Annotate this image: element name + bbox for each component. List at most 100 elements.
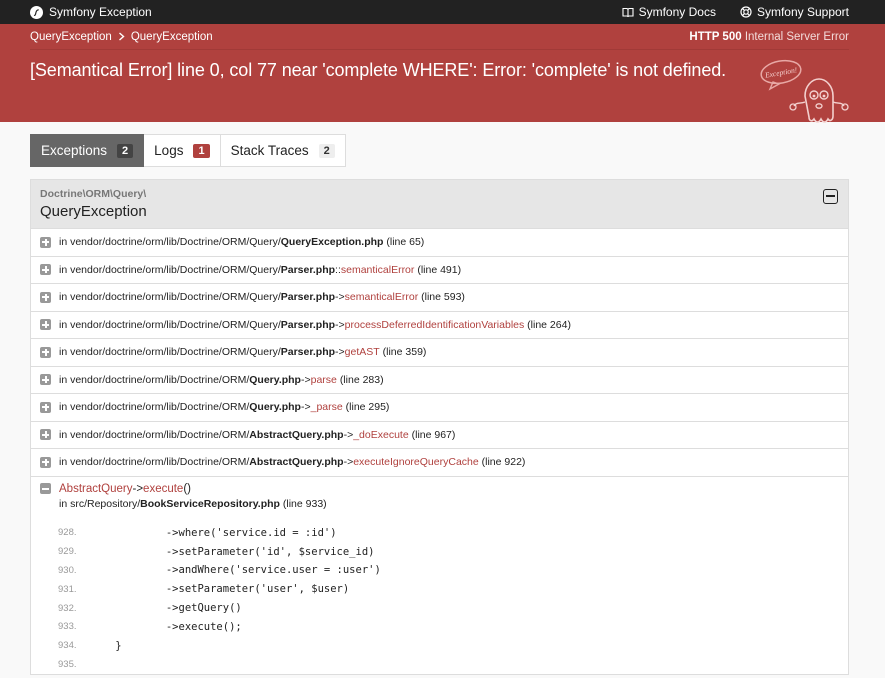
ghost-mascot-icon: Exception!	[760, 59, 849, 123]
trace-function: semanticalError	[340, 263, 415, 276]
symfony-docs-link[interactable]: Symfony Docs	[622, 5, 716, 19]
breadcrumb: QueryException QueryException	[30, 31, 213, 43]
code-text: ->setParameter('user', $user)	[90, 583, 350, 596]
expand-icon[interactable]	[40, 319, 51, 331]
exception-namespace: Doctrine\ORM\Query\	[40, 188, 147, 200]
trace-file-dir: in vendor/doctrine/orm/lib/Doctrine/ORM/	[59, 373, 250, 386]
trace-line: (line 283)	[339, 373, 384, 386]
trace-file-name: Query.php	[249, 373, 301, 386]
tab-label: Logs	[154, 143, 184, 158]
tab-label: Exceptions	[41, 143, 108, 158]
exception-panel: Doctrine\ORM\Query\ QueryException in ve…	[30, 179, 849, 675]
exception-panel-header: Doctrine\ORM\Query\ QueryException	[31, 180, 848, 228]
symfony-support-link[interactable]: Symfony Support	[740, 5, 849, 19]
expand-icon[interactable]	[40, 236, 51, 248]
symfony-logo-icon	[30, 5, 43, 19]
tab-label: Stack Traces	[230, 143, 309, 158]
trace-class: AbstractQuery	[59, 482, 133, 495]
trace-file-name: Parser.php	[280, 346, 336, 359]
code-line: 929. ->setParameter('id', $service_id)	[40, 542, 839, 561]
trace-file-dir: in vendor/doctrine/orm/lib/Doctrine/ORM/…	[59, 318, 281, 331]
trace-function: _parse	[310, 401, 343, 414]
trace-row[interactable]: in vendor/doctrine/orm/lib/Doctrine/ORM/…	[31, 393, 848, 421]
trace-file-name: AbstractQuery.php	[249, 456, 344, 469]
expand-icon[interactable]	[40, 346, 51, 358]
chevron-right-icon	[118, 32, 125, 41]
trace-file-name: BookServiceRepository.php	[140, 497, 280, 510]
trace-separator: ->	[335, 291, 345, 304]
trace-line: (line 491)	[417, 263, 462, 276]
trace-file-dir: in vendor/doctrine/orm/lib/Doctrine/ORM/…	[59, 263, 281, 276]
trace-row[interactable]: in vendor/doctrine/orm/lib/Doctrine/ORM/…	[31, 448, 848, 476]
trace-row[interactable]: in vendor/doctrine/orm/lib/Doctrine/ORM/…	[31, 283, 848, 311]
line-number: 928.	[58, 527, 77, 539]
trace-line: (line 967)	[411, 428, 456, 441]
trace-file-dir: in vendor/doctrine/orm/lib/Doctrine/ORM/	[59, 428, 250, 441]
line-number: 931.	[58, 583, 77, 595]
trace-file-dir: in vendor/doctrine/orm/lib/Doctrine/ORM/…	[59, 236, 281, 249]
trace-row[interactable]: in vendor/doctrine/orm/lib/Doctrine/ORM/…	[31, 310, 848, 339]
tab-exceptions[interactable]: Exceptions 2	[30, 134, 145, 167]
line-number: 933.	[58, 621, 77, 633]
code-line: 932. ->getQuery()	[40, 599, 839, 618]
ghost-speech: Exception!	[763, 65, 798, 80]
tab-stack-traces[interactable]: Stack Traces 2	[220, 134, 346, 167]
expand-icon[interactable]	[40, 374, 51, 386]
collapse-icon[interactable]	[40, 483, 51, 494]
trace-separator: ->	[132, 482, 144, 495]
trace-function: semanticalError	[344, 291, 419, 304]
trace-line: (line 295)	[345, 401, 390, 414]
trace-row-expanded: AbstractQuery -> execute () in src/Repos…	[31, 475, 848, 674]
trace-line: (line 933)	[282, 497, 327, 510]
tab-logs[interactable]: Logs 1	[144, 134, 221, 167]
trace-file-name: Parser.php	[280, 318, 336, 331]
code-line: 935.	[40, 655, 839, 674]
code-text: ->andWhere('service.user = :user')	[90, 564, 381, 577]
trace-line: (line 359)	[382, 346, 427, 359]
code-text: ->setParameter('id', $service_id)	[90, 545, 375, 558]
code-text: ->getQuery()	[90, 602, 242, 615]
trace-function: processDeferredIdentificationVariables	[344, 318, 525, 331]
trace-row[interactable]: in vendor/doctrine/orm/lib/Doctrine/ORM/…	[31, 228, 848, 256]
trace-row[interactable]: in vendor/doctrine/orm/lib/Doctrine/ORM/…	[31, 365, 848, 394]
count-badge: 2	[117, 143, 134, 158]
top-bar: Symfony Exception Symfony Docs Symfony S…	[0, 0, 885, 24]
collapse-toggle-icon[interactable]	[823, 189, 838, 204]
code-line: 934. }	[40, 636, 839, 655]
expand-icon[interactable]	[40, 291, 51, 303]
trace-file-dir: in vendor/doctrine/orm/lib/Doctrine/ORM/…	[59, 346, 281, 359]
trace-row[interactable]: in vendor/doctrine/orm/lib/Doctrine/ORM/…	[31, 255, 848, 284]
code-line: 933. ->execute();	[40, 617, 839, 636]
trace-parens: ()	[183, 482, 191, 495]
breadcrumb-item[interactable]: QueryException	[131, 31, 213, 43]
line-number: 930.	[58, 564, 77, 576]
brand: Symfony Exception	[30, 5, 152, 19]
exception-header: QueryException QueryException HTTP 500 I…	[0, 24, 885, 123]
expand-icon[interactable]	[40, 456, 51, 468]
expand-icon[interactable]	[40, 401, 51, 413]
count-badge: 2	[318, 143, 335, 158]
count-badge: 1	[193, 143, 210, 158]
code-text: }	[90, 639, 122, 652]
trace-file-name: AbstractQuery.php	[249, 428, 344, 441]
expand-icon[interactable]	[40, 264, 51, 276]
line-number: 934.	[58, 640, 77, 652]
trace-function: executeIgnoreQueryCache	[353, 456, 479, 469]
trace-file-name: Parser.php	[280, 291, 336, 304]
expand-icon[interactable]	[40, 429, 51, 441]
breadcrumb-item[interactable]: QueryException	[30, 31, 112, 43]
code-text: ->execute();	[90, 620, 242, 633]
trace-file-dir: in src/Repository/	[59, 497, 141, 510]
trace-file-path: in src/Repository/BookServiceRepository.…	[59, 498, 839, 510]
exception-message: [Semantical Error] line 0, col 77 near '…	[30, 60, 727, 80]
lifebuoy-icon	[740, 6, 752, 18]
trace-list: in vendor/doctrine/orm/lib/Doctrine/ORM/…	[31, 228, 848, 476]
trace-separator: ->	[343, 456, 354, 469]
trace-row[interactable]: in vendor/doctrine/orm/lib/Doctrine/ORM/…	[31, 420, 848, 449]
trace-function: execute	[143, 482, 184, 495]
trace-row[interactable]: in vendor/doctrine/orm/lib/Doctrine/ORM/…	[31, 338, 848, 366]
trace-file-dir: in vendor/doctrine/orm/lib/Doctrine/ORM/	[59, 456, 250, 469]
status-text: Internal Server Error	[744, 30, 849, 43]
trace-function: _doExecute	[353, 428, 409, 441]
book-icon	[622, 7, 634, 17]
